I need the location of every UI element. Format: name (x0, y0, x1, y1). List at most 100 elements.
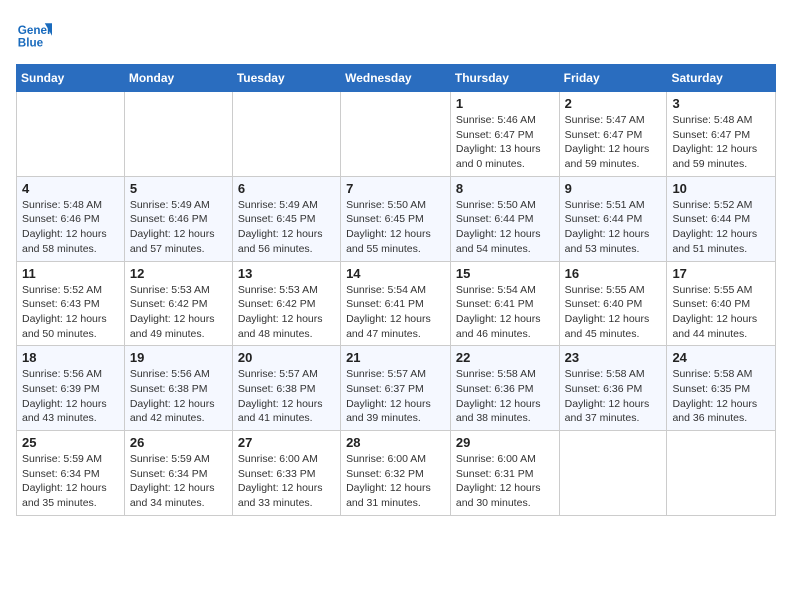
day-number: 19 (130, 350, 227, 365)
calendar-cell: 16 Sunrise: 5:55 AM Sunset: 6:40 PM Dayli… (559, 261, 667, 346)
calendar-cell (667, 431, 776, 516)
calendar-cell: 1 Sunrise: 5:46 AM Sunset: 6:47 PM Daylig… (450, 92, 559, 177)
day-number: 27 (238, 435, 335, 450)
calendar-cell: 24Sunrise: 5:58 AM Sunset: 6:35 PM Dayli… (667, 346, 776, 431)
day-info: Sunrise: 5:58 AM Sunset: 6:36 PM Dayligh… (456, 367, 554, 426)
page-header: General Blue (16, 16, 776, 52)
day-info: Sunrise: 5:56 AM Sunset: 6:38 PM Dayligh… (130, 367, 227, 426)
weekday-header-sunday: Sunday (17, 65, 125, 92)
day-number: 25 (22, 435, 119, 450)
calendar-cell: 19 Sunrise: 5:56 AM Sunset: 6:38 PM Dayli… (124, 346, 232, 431)
day-number: 15 (456, 266, 554, 281)
day-number: 23 (565, 350, 662, 365)
calendar-cell (341, 92, 451, 177)
day-info: Sunrise: 5:53 AM Sunset: 6:42 PM Dayligh… (130, 283, 227, 342)
calendar-cell (559, 431, 667, 516)
day-info: Sunrise: 5:50 AM Sunset: 6:45 PM Dayligh… (346, 198, 445, 257)
calendar-cell: 4Sunrise: 5:48 AM Sunset: 6:46 PM Daylig… (17, 176, 125, 261)
calendar-cell: 2 Sunrise: 5:47 AM Sunset: 6:47 PM Daylig… (559, 92, 667, 177)
day-number: 29 (456, 435, 554, 450)
calendar-table: SundayMondayTuesdayWednesdayThursdayFrid… (16, 64, 776, 516)
day-number: 2 (565, 96, 662, 111)
calendar-cell: 14 Sunrise: 5:54 AM Sunset: 6:41 PM Dayli… (341, 261, 451, 346)
calendar-week-3: 11Sunrise: 5:52 AM Sunset: 6:43 PM Dayli… (17, 261, 776, 346)
weekday-header-row: SundayMondayTuesdayWednesdayThursdayFrid… (17, 65, 776, 92)
day-info: Sunrise: 5:50 AM Sunset: 6:44 PM Dayligh… (456, 198, 554, 257)
day-info: Sunrise: 5:55 AM Sunset: 6:40 PM Dayligh… (672, 283, 770, 342)
day-info: Sunrise: 5:48 AM Sunset: 6:47 PM Dayligh… (672, 113, 770, 172)
day-info: Sunrise: 5:47 AM Sunset: 6:47 PM Dayligh… (565, 113, 662, 172)
logo: General Blue (16, 16, 52, 52)
day-info: Sunrise: 5:57 AM Sunset: 6:37 PM Dayligh… (346, 367, 445, 426)
day-info: Sunrise: 5:49 AM Sunset: 6:46 PM Dayligh… (130, 198, 227, 257)
day-number: 18 (22, 350, 119, 365)
day-info: Sunrise: 5:59 AM Sunset: 6:34 PM Dayligh… (130, 452, 227, 511)
calendar-cell: 26 Sunrise: 5:59 AM Sunset: 6:34 PM Dayli… (124, 431, 232, 516)
weekday-header-tuesday: Tuesday (232, 65, 340, 92)
day-info: Sunrise: 5:59 AM Sunset: 6:34 PM Dayligh… (22, 452, 119, 511)
calendar-week-4: 18 Sunrise: 5:56 AM Sunset: 6:39 PM Dayli… (17, 346, 776, 431)
calendar-cell: 10Sunrise: 5:52 AM Sunset: 6:44 PM Dayli… (667, 176, 776, 261)
day-info: Sunrise: 6:00 AM Sunset: 6:31 PM Dayligh… (456, 452, 554, 511)
calendar-cell: 22 Sunrise: 5:58 AM Sunset: 6:36 PM Dayli… (450, 346, 559, 431)
day-number: 8 (456, 181, 554, 196)
weekday-header-saturday: Saturday (667, 65, 776, 92)
day-info: Sunrise: 5:48 AM Sunset: 6:46 PM Dayligh… (22, 198, 119, 257)
calendar-cell: 15 Sunrise: 5:54 AM Sunset: 6:41 PM Dayli… (450, 261, 559, 346)
day-number: 9 (565, 181, 662, 196)
calendar-week-5: 25 Sunrise: 5:59 AM Sunset: 6:34 PM Dayli… (17, 431, 776, 516)
calendar-cell: 13 Sunrise: 5:53 AM Sunset: 6:42 PM Dayli… (232, 261, 340, 346)
day-number: 20 (238, 350, 335, 365)
calendar-week-1: 1 Sunrise: 5:46 AM Sunset: 6:47 PM Daylig… (17, 92, 776, 177)
weekday-header-wednesday: Wednesday (341, 65, 451, 92)
calendar-cell: 27 Sunrise: 6:00 AM Sunset: 6:33 PM Dayli… (232, 431, 340, 516)
day-number: 16 (565, 266, 662, 281)
day-number: 1 (456, 96, 554, 111)
calendar-cell: 3 Sunrise: 5:48 AM Sunset: 6:47 PM Daylig… (667, 92, 776, 177)
day-number: 21 (346, 350, 445, 365)
calendar-cell: 23 Sunrise: 5:58 AM Sunset: 6:36 PM Dayli… (559, 346, 667, 431)
day-info: Sunrise: 5:54 AM Sunset: 6:41 PM Dayligh… (456, 283, 554, 342)
calendar-cell: 17 Sunrise: 5:55 AM Sunset: 6:40 PM Dayli… (667, 261, 776, 346)
day-number: 5 (130, 181, 227, 196)
calendar-cell: 25 Sunrise: 5:59 AM Sunset: 6:34 PM Dayli… (17, 431, 125, 516)
logo-icon: General Blue (16, 16, 52, 52)
day-info: Sunrise: 5:49 AM Sunset: 6:45 PM Dayligh… (238, 198, 335, 257)
calendar-cell (124, 92, 232, 177)
weekday-header-monday: Monday (124, 65, 232, 92)
calendar-cell: 6Sunrise: 5:49 AM Sunset: 6:45 PM Daylig… (232, 176, 340, 261)
day-info: Sunrise: 5:56 AM Sunset: 6:39 PM Dayligh… (22, 367, 119, 426)
day-info: Sunrise: 5:58 AM Sunset: 6:36 PM Dayligh… (565, 367, 662, 426)
calendar-cell: 12 Sunrise: 5:53 AM Sunset: 6:42 PM Dayli… (124, 261, 232, 346)
calendar-cell: 20 Sunrise: 5:57 AM Sunset: 6:38 PM Dayli… (232, 346, 340, 431)
day-number: 12 (130, 266, 227, 281)
day-number: 22 (456, 350, 554, 365)
day-number: 26 (130, 435, 227, 450)
day-number: 24 (672, 350, 770, 365)
calendar-week-2: 4Sunrise: 5:48 AM Sunset: 6:46 PM Daylig… (17, 176, 776, 261)
calendar-body: 1 Sunrise: 5:46 AM Sunset: 6:47 PM Daylig… (17, 92, 776, 516)
day-info: Sunrise: 6:00 AM Sunset: 6:33 PM Dayligh… (238, 452, 335, 511)
day-info: Sunrise: 5:53 AM Sunset: 6:42 PM Dayligh… (238, 283, 335, 342)
day-info: Sunrise: 5:57 AM Sunset: 6:38 PM Dayligh… (238, 367, 335, 426)
calendar-cell: 29 Sunrise: 6:00 AM Sunset: 6:31 PM Dayli… (450, 431, 559, 516)
weekday-header-friday: Friday (559, 65, 667, 92)
calendar-cell (17, 92, 125, 177)
day-info: Sunrise: 5:46 AM Sunset: 6:47 PM Dayligh… (456, 113, 554, 172)
day-number: 3 (672, 96, 770, 111)
calendar-cell: 18 Sunrise: 5:56 AM Sunset: 6:39 PM Dayli… (17, 346, 125, 431)
day-info: Sunrise: 5:51 AM Sunset: 6:44 PM Dayligh… (565, 198, 662, 257)
day-number: 13 (238, 266, 335, 281)
day-number: 10 (672, 181, 770, 196)
day-info: Sunrise: 5:55 AM Sunset: 6:40 PM Dayligh… (565, 283, 662, 342)
day-info: Sunrise: 5:54 AM Sunset: 6:41 PM Dayligh… (346, 283, 445, 342)
svg-text:Blue: Blue (18, 37, 44, 50)
calendar-cell: 5 Sunrise: 5:49 AM Sunset: 6:46 PM Daylig… (124, 176, 232, 261)
day-number: 14 (346, 266, 445, 281)
calendar-cell: 7Sunrise: 5:50 AM Sunset: 6:45 PM Daylig… (341, 176, 451, 261)
day-number: 17 (672, 266, 770, 281)
day-number: 28 (346, 435, 445, 450)
calendar-cell: 11Sunrise: 5:52 AM Sunset: 6:43 PM Dayli… (17, 261, 125, 346)
calendar-cell: 21 Sunrise: 5:57 AM Sunset: 6:37 PM Dayli… (341, 346, 451, 431)
day-info: Sunrise: 5:52 AM Sunset: 6:43 PM Dayligh… (22, 283, 119, 342)
